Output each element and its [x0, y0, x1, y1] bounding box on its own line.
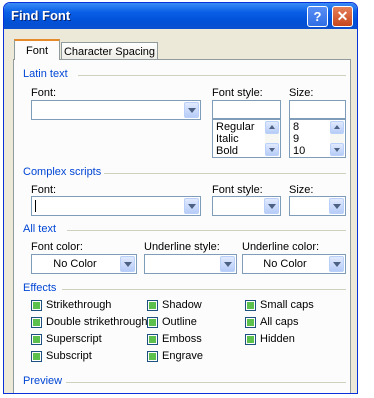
tab-character-spacing[interactable]: Character Spacing [61, 42, 158, 60]
preview-heading: Preview [23, 375, 63, 387]
complex-scripts-heading: Complex scripts [23, 166, 102, 178]
latin-font-label: Font: [31, 87, 57, 99]
chevron-down-icon[interactable] [264, 198, 279, 214]
underline-style-label: Underline style: [144, 241, 220, 253]
emboss-label: Emboss [162, 333, 202, 345]
complex-separator [104, 173, 346, 174]
chevron-down-icon[interactable] [184, 198, 199, 214]
complex-font-label: Font: [31, 184, 57, 196]
font-color-label: Font color: [31, 241, 83, 253]
shadow-label: Shadow [162, 299, 202, 311]
underline-color-label: Underline color: [242, 241, 320, 253]
list-item[interactable]: 8 [293, 121, 299, 133]
latin-size-label: Size: [289, 87, 314, 99]
complex-size-label: Size: [289, 184, 314, 196]
chevron-down-icon[interactable] [220, 256, 235, 272]
subscript-label: Subscript [46, 350, 92, 362]
style-list-scrollbar[interactable] [265, 121, 279, 156]
dialog-title: Find Font [11, 8, 71, 23]
scroll-down-icon[interactable] [330, 143, 344, 156]
latin-style-input[interactable] [212, 100, 281, 119]
all-caps-checkbox[interactable] [245, 317, 256, 328]
latin-size-input[interactable] [289, 100, 346, 119]
all-caps-label: All caps [260, 316, 299, 328]
complex-font-combo[interactable] [31, 196, 201, 216]
title-bar: Find Font ? ✕ [4, 3, 357, 29]
complex-size-combo[interactable] [289, 196, 346, 216]
latin-font-value [32, 101, 182, 119]
hidden-label: Hidden [260, 333, 295, 345]
outline-checkbox[interactable] [147, 317, 158, 328]
all-text-heading: All text [23, 223, 57, 235]
small-caps-label: Small caps [260, 299, 314, 311]
hidden-checkbox[interactable] [245, 334, 256, 345]
emboss-checkbox[interactable] [147, 334, 158, 345]
double-strikethrough-checkbox[interactable] [31, 317, 42, 328]
latin-style-list[interactable]: Regular Italic Bold [212, 119, 281, 158]
close-icon: ✕ [336, 8, 349, 24]
size-list-scrollbar[interactable] [330, 121, 344, 156]
scroll-up-icon[interactable] [330, 121, 344, 134]
complex-size-value [290, 197, 327, 215]
superscript-label: Superscript [46, 333, 102, 345]
complex-style-combo[interactable] [212, 196, 281, 216]
double-strikethrough-label: Double strikethrough [46, 316, 148, 328]
latin-font-combo[interactable] [31, 100, 201, 120]
font-tab-panel: Latin text Font: Font style: Regular Ita… [13, 59, 351, 393]
help-button[interactable]: ? [307, 6, 328, 27]
tab-character-spacing-label: Character Spacing [63, 46, 156, 58]
chevron-down-icon[interactable] [329, 198, 344, 214]
help-icon: ? [313, 9, 322, 24]
preview-separator [66, 382, 346, 383]
all-text-separator [67, 230, 346, 231]
underline-style-combo[interactable] [144, 254, 237, 274]
underline-color-combo[interactable]: No Color [242, 254, 346, 274]
close-button[interactable]: ✕ [332, 6, 353, 27]
effects-heading: Effects [23, 282, 57, 294]
superscript-checkbox[interactable] [31, 334, 42, 345]
list-item[interactable]: Regular [216, 121, 255, 133]
complex-font-value [32, 197, 182, 215]
engrave-label: Engrave [162, 350, 203, 362]
latin-style-label: Font style: [212, 87, 263, 99]
find-font-dialog: Find Font ? ✕ Font Character Spacing Lat… [3, 2, 358, 394]
list-item[interactable]: Bold [216, 145, 238, 157]
engrave-checkbox[interactable] [147, 351, 158, 362]
chevron-down-icon[interactable] [184, 102, 199, 118]
subscript-checkbox[interactable] [31, 351, 42, 362]
complex-style-value [213, 197, 262, 215]
strikethrough-label: Strikethrough [46, 299, 112, 311]
tab-font[interactable]: Font [14, 39, 60, 60]
list-item[interactable]: Italic [216, 133, 239, 145]
small-caps-checkbox[interactable] [245, 300, 256, 311]
font-color-value: No Color [53, 258, 97, 270]
list-item[interactable]: 10 [293, 145, 305, 157]
chevron-down-icon[interactable] [120, 256, 135, 272]
tab-font-label: Font [25, 45, 48, 57]
underline-color-value: No Color [263, 258, 307, 270]
outline-label: Outline [162, 316, 197, 328]
latin-size-list[interactable]: 8 9 10 [289, 119, 346, 158]
scroll-up-icon[interactable] [265, 121, 279, 134]
effects-separator [62, 289, 346, 290]
dialog-body: Font Character Spacing Latin text Font: … [8, 29, 353, 393]
list-item[interactable]: 9 [293, 133, 299, 145]
complex-style-label: Font style: [212, 184, 263, 196]
chevron-down-icon[interactable] [329, 256, 344, 272]
scroll-down-icon[interactable] [265, 143, 279, 156]
strikethrough-checkbox[interactable] [31, 300, 42, 311]
latin-separator [78, 75, 346, 76]
font-color-combo[interactable]: No Color [31, 254, 137, 274]
shadow-checkbox[interactable] [147, 300, 158, 311]
latin-text-heading: Latin text [23, 68, 68, 80]
underline-style-value [145, 255, 218, 273]
